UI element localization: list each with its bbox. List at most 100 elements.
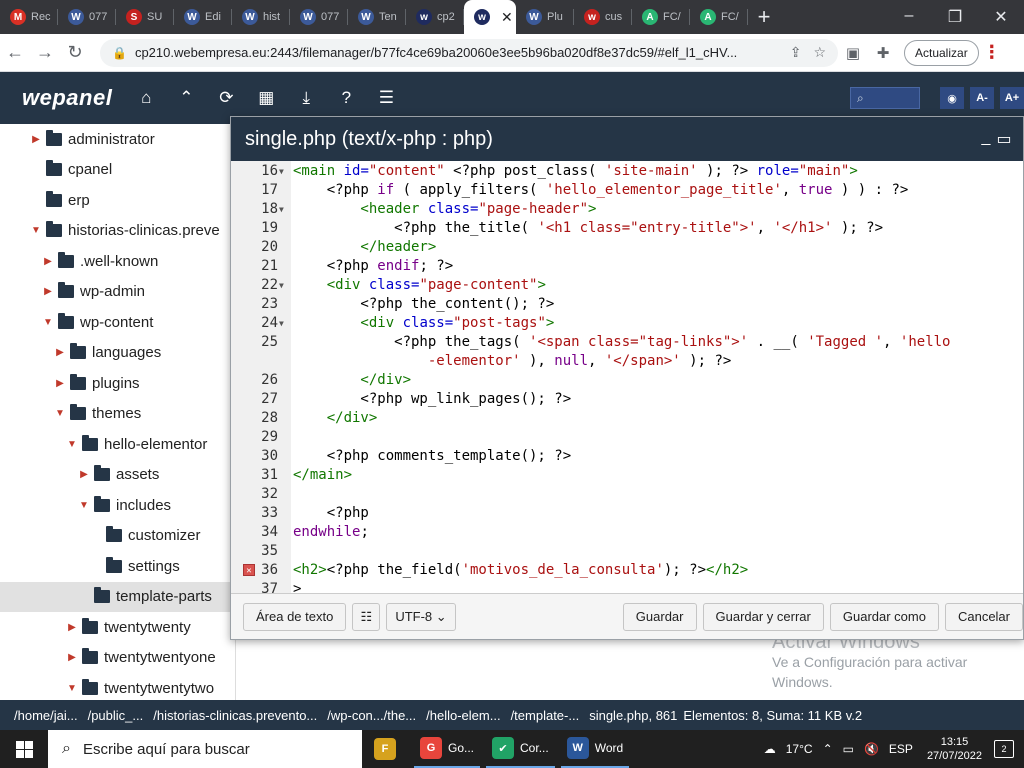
update-button[interactable]: Actualizar [904, 39, 979, 66]
tree-folder-item[interactable]: ▶ twentytwentyone [0, 643, 235, 674]
minimize-dialog-icon[interactable]: _ [977, 129, 995, 149]
refresh-icon[interactable]: ⟳ [206, 88, 246, 108]
restore-icon[interactable]: ❐ [932, 7, 978, 27]
fold-arrow-icon[interactable]: ▼ [279, 162, 287, 181]
minimize-icon[interactable]: – [886, 7, 932, 27]
fold-arrow-icon[interactable]: ▼ [279, 314, 287, 333]
tree-folder-item[interactable]: customizer [0, 521, 235, 552]
breadcrumb-item[interactable]: /public_... [88, 708, 144, 723]
browser-tab[interactable]: W Ten [348, 0, 406, 34]
browser-tab[interactable]: A FC/ [690, 0, 748, 34]
tree-folder-item[interactable]: ▶ assets [0, 460, 235, 491]
breadcrumb-item[interactable]: /template-... [511, 708, 580, 723]
taskbar-app[interactable]: F [368, 730, 408, 768]
taskbar-search-input[interactable]: ⌕ Escribe aquí para buscar [48, 730, 362, 768]
forward-icon[interactable]: → [30, 42, 60, 63]
textarea-mode-button[interactable]: Área de texto [243, 602, 347, 631]
tree-folder-item[interactable]: ▼ twentytwentytwo [0, 673, 235, 700]
tree-folder-item[interactable]: ▶ languages [0, 338, 235, 369]
chevron-up-icon[interactable]: ⌃ [823, 742, 833, 756]
help-icon[interactable]: ? [326, 88, 366, 108]
share-icon[interactable]: ⇪ [790, 44, 802, 61]
browser-tab[interactable]: w cus [574, 0, 632, 34]
chevron-right-icon[interactable]: ▶ [66, 652, 78, 663]
home-icon[interactable]: ⌂ [126, 88, 166, 108]
taskbar-app[interactable]: ✔ Cor... [486, 730, 555, 768]
encoding-select[interactable]: UTF-8 ⌄ [386, 602, 456, 631]
start-button[interactable] [0, 740, 48, 758]
browser-tab[interactable]: W 077 [290, 0, 348, 34]
tree-folder-item[interactable]: ▼ includes [0, 490, 235, 521]
save-and-close-button[interactable]: Guardar y cerrar [702, 602, 824, 631]
chevron-down-icon[interactable]: ▼ [66, 439, 78, 450]
tree-folder-item[interactable]: ▼ hello-elementor [0, 429, 235, 460]
editor-settings-icon[interactable]: ☷ [352, 602, 381, 631]
browser-tab[interactable]: w ✕ [464, 0, 516, 34]
chevron-right-icon[interactable]: ▶ [30, 134, 42, 145]
tree-folder-item[interactable]: ▶ administrator [0, 124, 235, 155]
clock[interactable]: 13:15 27/07/2022 [927, 735, 982, 763]
network-icon[interactable]: ▭ [843, 742, 854, 756]
fold-arrow-icon[interactable]: ▼ [279, 276, 287, 295]
chevron-right-icon[interactable]: ▶ [42, 256, 54, 267]
fold-arrow-icon[interactable]: ▼ [279, 200, 287, 219]
chevron-right-icon[interactable]: ▶ [54, 378, 66, 389]
url-field[interactable]: 🔒 cp210.webempresa.eu:2443/filemanager/b… [100, 38, 838, 67]
tree-folder-item[interactable]: cpanel [0, 155, 235, 186]
lang-indicator[interactable]: ESP [889, 742, 913, 756]
bookmark-star-icon[interactable]: ☆ [813, 44, 826, 61]
browser-tab[interactable]: W Edi [174, 0, 232, 34]
browser-tab[interactable]: W Plu [516, 0, 574, 34]
tree-folder-item[interactable]: ▼ wp-content [0, 307, 235, 338]
tree-folder-item[interactable]: ▶ wp-admin [0, 277, 235, 308]
chevron-down-icon[interactable]: ▼ [78, 500, 90, 511]
tree-folder-item[interactable]: erp [0, 185, 235, 216]
file-search-input[interactable]: ⌕ [850, 87, 920, 109]
reload-icon[interactable]: ↻ [60, 42, 90, 63]
tree-folder-item[interactable]: template-parts [0, 581, 235, 612]
tree-folder-item[interactable]: ▼ historias-clinicas.preve [0, 216, 235, 247]
chevron-down-icon[interactable]: ▼ [42, 317, 54, 328]
close-window-icon[interactable]: ✕ [978, 7, 1024, 27]
tab-close-icon[interactable]: ✕ [501, 9, 513, 26]
breadcrumb-item[interactable]: /historias-clinicas.prevento... [153, 708, 317, 723]
chevron-down-icon[interactable]: ▼ [30, 225, 42, 236]
taskbar-app[interactable]: G Go... [414, 730, 481, 768]
chevron-right-icon[interactable]: ▶ [78, 469, 90, 480]
code-area[interactable]: 16 ▼ <main id="content" <?php post_class( … [231, 161, 1023, 594]
volume-icon[interactable]: 🔇 [864, 742, 879, 756]
settings-sliders-icon[interactable]: ☰ [366, 88, 406, 108]
taskbar-app[interactable]: W Word [560, 730, 630, 768]
tree-folder-item[interactable]: ▼ themes [0, 399, 235, 430]
tree-folder-item[interactable]: ▶ twentytwenty [0, 612, 235, 643]
chevron-right-icon[interactable]: ▶ [42, 286, 54, 297]
chevron-right-icon[interactable]: ▶ [66, 622, 78, 633]
zoom-in-button[interactable]: A+ [1000, 87, 1024, 109]
back-icon[interactable]: ← [0, 42, 30, 63]
browser-menu-icon[interactable]: ⋮ [979, 42, 1005, 63]
zoom-out-button[interactable]: A- [970, 87, 994, 109]
side-panel-icon[interactable]: ▣ [838, 44, 868, 62]
tree-folder-item[interactable]: settings [0, 551, 235, 582]
browser-tab[interactable]: M Rec [0, 0, 58, 34]
chevron-right-icon[interactable]: ▶ [54, 347, 66, 358]
save-button[interactable]: Guardar [622, 602, 697, 631]
maximize-dialog-icon[interactable]: ▭ [995, 129, 1013, 149]
chevron-down-icon[interactable]: ▼ [66, 683, 78, 694]
download-icon[interactable]: ⤓ [286, 88, 326, 108]
breadcrumb-item[interactable]: /home/jai... [14, 708, 78, 723]
cancel-button[interactable]: Cancelar [944, 602, 1023, 631]
browser-tab[interactable]: A FC/ [632, 0, 690, 34]
tree-folder-item[interactable]: ▶ plugins [0, 368, 235, 399]
tree-folder-item[interactable]: ▶ .well-known [0, 246, 235, 277]
breadcrumb-item[interactable]: /wp-con.../the... [327, 708, 416, 723]
browser-tab[interactable]: w cp2 [406, 0, 464, 34]
new-tab-button[interactable]: + [748, 4, 780, 30]
breadcrumb-item[interactable]: /hello-elem... [426, 708, 500, 723]
up-arrow-icon[interactable]: ⌃ [166, 88, 206, 108]
browser-tab[interactable]: W 077 [58, 0, 116, 34]
browser-tab[interactable]: S SU [116, 0, 174, 34]
chevron-down-icon[interactable]: ▼ [54, 408, 66, 419]
notifications-icon[interactable]: 2 [994, 740, 1014, 758]
extension-icon[interactable]: ✚ [868, 44, 898, 62]
